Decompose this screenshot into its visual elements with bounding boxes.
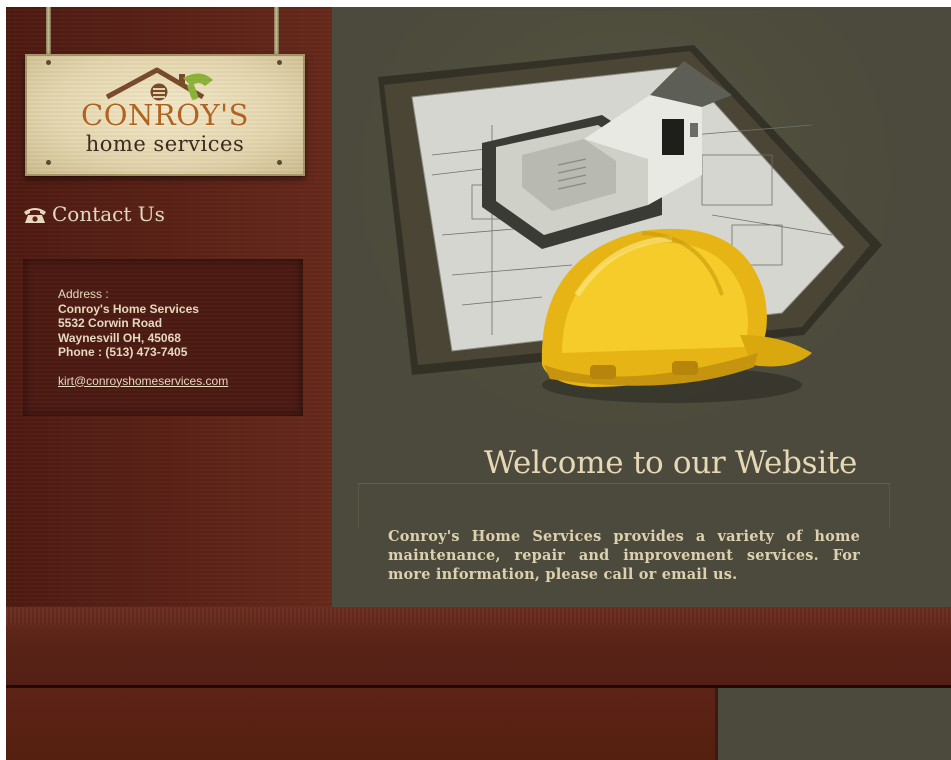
hero: Welcome to our Website Conroy's Home Ser…: [332, 7, 951, 607]
nail-icon: [277, 60, 282, 65]
logo-sign[interactable]: CONROY'S home services: [25, 54, 305, 176]
contact-heading-text: Contact Us: [52, 202, 165, 226]
footer-band: [6, 607, 951, 685]
logo-subtitle: home services: [85, 132, 245, 156]
company-name: Conroy's Home Services: [58, 301, 199, 316]
welcome-divider: [358, 483, 890, 528]
email-link[interactable]: kirt@conroyshomeservices.com: [58, 374, 228, 389]
page: CONROY'S home services Contact Us Addres…: [6, 7, 951, 760]
nail-icon: [46, 60, 51, 65]
phone-number: Phone : (513) 473-7405: [58, 345, 188, 359]
hero-illustration: [378, 45, 882, 403]
footer-left-panel: [6, 688, 715, 760]
logo-title: CONROY'S: [81, 98, 249, 132]
welcome-heading: Welcome to our Website: [484, 445, 858, 481]
contact-heading: Contact Us: [22, 202, 165, 226]
city-state-zip: Waynesvill OH, 45068: [58, 330, 181, 345]
house-logo-icon: [105, 67, 213, 101]
sidebar: CONROY'S home services Contact Us Addres…: [6, 7, 332, 607]
street-address: 5532 Corwin Road: [58, 316, 163, 330]
intro-text: Conroy's Home Services provides a variet…: [388, 528, 860, 583]
hanging-strap-left: [46, 7, 51, 61]
nail-icon: [46, 160, 51, 165]
address-label: Address :: [58, 287, 109, 301]
footer-right-panel: [715, 688, 951, 760]
hanging-strap-right: [274, 7, 279, 61]
nail-icon: [277, 160, 282, 165]
contact-box: Address : Conroy's Home Services 5532 Co…: [23, 259, 303, 416]
phone-icon: [24, 208, 46, 223]
